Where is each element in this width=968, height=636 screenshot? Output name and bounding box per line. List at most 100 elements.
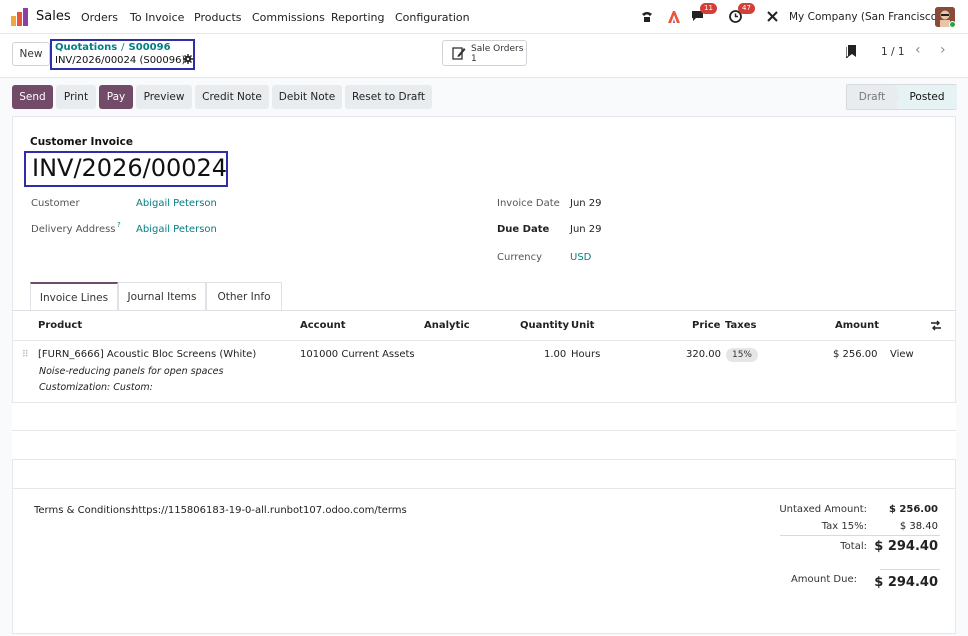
status-arrow xyxy=(891,84,900,110)
currency-label: Currency xyxy=(497,252,543,263)
menu-orders[interactable]: Orders xyxy=(81,11,118,24)
print-button[interactable]: Print xyxy=(56,85,96,109)
col-price[interactable]: Price xyxy=(692,320,720,331)
delivery-address-label: Delivery Address xyxy=(31,224,116,235)
reset-to-draft-button[interactable]: Reset to Draft xyxy=(345,85,432,109)
col-analytic[interactable]: Analytic xyxy=(424,320,470,331)
delivery-help-icon[interactable]: ? xyxy=(117,221,121,229)
breadcrumb-order[interactable]: S00096 xyxy=(129,42,171,53)
terms-link[interactable]: https://115806183-19-0-all.runbot107.odo… xyxy=(132,505,407,516)
tab-invoice-lines[interactable]: Invoice Lines xyxy=(30,282,118,311)
menu-reporting[interactable]: Reporting xyxy=(331,11,384,24)
line-amount: $ 256.00 xyxy=(833,349,878,360)
online-status-dot xyxy=(949,21,955,27)
company-switcher[interactable]: My Company (San Francisco) xyxy=(789,11,941,23)
invoice-date-field[interactable]: Jun 29 xyxy=(570,198,602,209)
status-posted[interactable]: Posted xyxy=(897,85,957,109)
top-navbar: Sales Orders To Invoice Products Commiss… xyxy=(0,0,968,34)
row-divider xyxy=(12,459,956,460)
breadcrumb-separator: / xyxy=(121,42,125,53)
amount-due-value: $ 294.40 xyxy=(874,575,938,590)
due-divider xyxy=(880,569,940,570)
messages-badge: 11 xyxy=(700,3,717,14)
send-button[interactable]: Send xyxy=(12,85,53,109)
new-button[interactable]: New xyxy=(12,42,50,66)
status-bar: Draft Posted xyxy=(846,84,957,110)
sale-orders-title: Sale Orders xyxy=(471,44,524,54)
invoice-date-label: Invoice Date xyxy=(497,198,560,209)
tab-journal-items[interactable]: Journal Items xyxy=(118,282,206,311)
breadcrumb: Quotations / S00096 INV/2026/00024 (S00096… xyxy=(50,39,195,70)
column-settings-icon[interactable] xyxy=(930,320,942,331)
sale-orders-label: Sale Orders 1 xyxy=(471,44,523,64)
totals-divider xyxy=(780,535,940,536)
bookmark-icon[interactable] xyxy=(846,44,858,58)
col-unit[interactable]: Unit xyxy=(571,320,594,331)
ai-assistant-icon[interactable] xyxy=(667,10,681,24)
line-description: Noise-reducing panels for open spaces xyxy=(39,366,224,377)
edit-document-icon xyxy=(452,47,466,60)
preview-button[interactable]: Preview xyxy=(136,85,192,109)
debit-note-button[interactable]: Debit Note xyxy=(272,85,342,109)
line-account[interactable]: 101000 Current Assets xyxy=(300,349,415,360)
menu-to-invoice[interactable]: To Invoice xyxy=(130,11,184,24)
sale-orders-smart-button[interactable]: Sale Orders 1 xyxy=(442,40,527,66)
pay-button[interactable]: Pay xyxy=(99,85,133,109)
line-view-button[interactable]: View xyxy=(890,349,914,360)
pager-value[interactable]: 1 / 1 xyxy=(881,46,905,58)
tax-value: $ 38.40 xyxy=(899,521,938,532)
messages-button[interactable]: 11 xyxy=(691,3,717,24)
empty-row xyxy=(12,403,956,431)
customer-label: Customer xyxy=(31,198,80,209)
invoice-title-box: INV/2026/00024 xyxy=(24,151,228,187)
activities-badge: 47 xyxy=(738,3,755,14)
line-tax-badge[interactable]: 15% xyxy=(726,348,758,362)
customer-field[interactable]: Abigail Peterson xyxy=(136,198,217,209)
menu-commissions[interactable]: Commissions xyxy=(252,11,325,24)
untaxed-amount-value: $ 256.00 xyxy=(888,504,938,515)
tax-label: Tax 15%: xyxy=(821,521,867,532)
status-draft[interactable]: Draft xyxy=(847,85,897,109)
col-quantity[interactable]: Quantity xyxy=(520,320,569,331)
invoice-type-label: Customer Invoice xyxy=(30,136,133,148)
menu-products[interactable]: Products xyxy=(194,11,242,24)
currency-field[interactable]: USD xyxy=(570,252,591,263)
due-date-label: Due Date xyxy=(497,224,550,235)
app-name[interactable]: Sales xyxy=(36,9,71,24)
col-product[interactable]: Product xyxy=(38,320,82,331)
pager-next-icon[interactable]: › xyxy=(940,42,946,58)
header-divider xyxy=(12,340,956,341)
user-avatar[interactable] xyxy=(935,7,955,27)
terms-label: Terms & Conditions: xyxy=(34,505,134,516)
phone-icon[interactable] xyxy=(640,10,654,24)
tools-icon[interactable] xyxy=(766,10,779,23)
line-customization: Customization: Custom: xyxy=(39,382,153,393)
credit-note-button[interactable]: Credit Note xyxy=(195,85,269,109)
total-value: $ 294.40 xyxy=(874,539,938,554)
breadcrumb-current: INV/2026/00024 (S00096) xyxy=(55,55,186,66)
invoice-number: INV/2026/00024 xyxy=(32,154,228,182)
delivery-address-field[interactable]: Abigail Peterson xyxy=(136,224,217,235)
line-quantity[interactable]: 1.00 xyxy=(544,349,566,360)
activities-button[interactable]: 47 xyxy=(729,3,755,24)
line-unit[interactable]: Hours xyxy=(571,349,600,360)
drag-handle-icon[interactable]: ⠿ xyxy=(22,350,29,360)
menu-configuration[interactable]: Configuration xyxy=(395,11,470,24)
gear-icon[interactable] xyxy=(183,54,193,64)
sales-app-icon[interactable] xyxy=(10,8,30,26)
sale-orders-count: 1 xyxy=(471,54,477,64)
amount-due-label: Amount Due: xyxy=(790,574,857,585)
control-panel: New Quotations / S00096 INV/2026/00024 (S0… xyxy=(0,34,968,78)
col-taxes[interactable]: Taxes xyxy=(725,320,756,331)
line-product[interactable]: [FURN_6666] Acoustic Bloc Screens (White… xyxy=(38,349,256,360)
pager-previous-icon[interactable]: ‹ xyxy=(915,42,921,58)
tab-other-info[interactable]: Other Info xyxy=(206,282,282,311)
line-price[interactable]: 320.00 xyxy=(686,349,721,360)
breadcrumb-quotations[interactable]: Quotations xyxy=(55,42,117,53)
untaxed-amount-label: Untaxed Amount: xyxy=(779,504,867,515)
empty-row xyxy=(12,431,956,459)
due-date-field[interactable]: Jun 29 xyxy=(570,224,602,235)
breadcrumb-links: Quotations / S00096 xyxy=(55,42,171,53)
col-account[interactable]: Account xyxy=(300,320,345,331)
col-amount[interactable]: Amount xyxy=(835,320,879,331)
